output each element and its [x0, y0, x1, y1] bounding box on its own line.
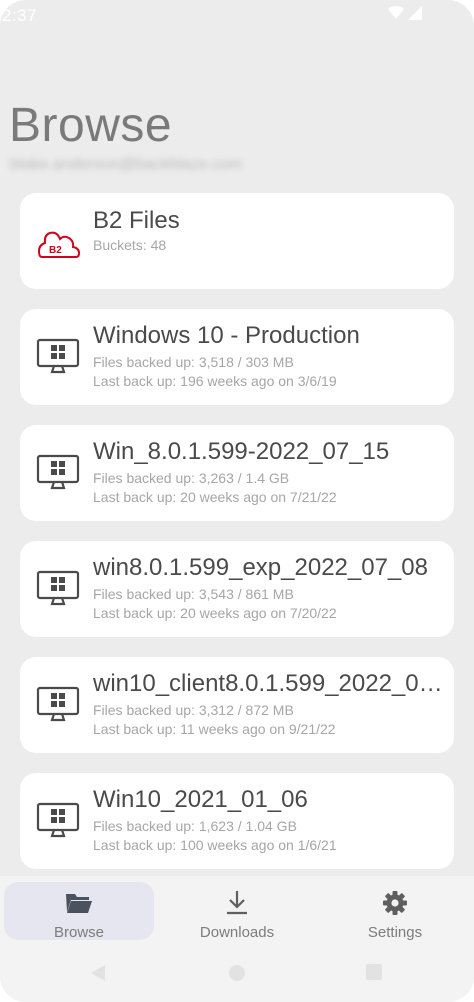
last-back-up: Last back up: 20 weeks ago on 7/20/22 [93, 605, 337, 621]
computer-card[interactable]: win8.0.1.599_exp_2022_07_08 Files backed… [20, 541, 454, 637]
gear-icon [383, 891, 407, 915]
recents-icon[interactable] [366, 964, 382, 980]
files-backed-up: Files backed up: 3,543 / 861 MB [93, 586, 294, 602]
cellular-signal-icon [408, 6, 422, 20]
files-label: Files backed up: [93, 818, 195, 834]
b2-files-card[interactable]: B2 B2 Files Buckets: 48 [20, 193, 454, 289]
last-label: Last back up: [93, 489, 177, 505]
files-label: Files backed up: [93, 354, 195, 370]
computer-name: Windows 10 - Production [93, 322, 360, 349]
last-value: 20 weeks ago on 7/21/22 [180, 489, 337, 505]
buckets-count: 48 [150, 237, 167, 253]
nav-downloads-tab[interactable]: Downloads [162, 882, 312, 941]
computer-card[interactable]: win10_client8.0.1.599_2022_07.. Files ba… [20, 657, 454, 753]
page-title: Browse [9, 99, 173, 152]
files-backed-up: Files backed up: 1,623 / 1.04 GB [93, 818, 297, 834]
computer-name: win8.0.1.599_exp_2022_07_08 [93, 554, 428, 581]
files-value: 3,263 / 1.4 GB [198, 470, 290, 486]
last-back-up: Last back up: 20 weeks ago on 7/21/22 [93, 489, 337, 505]
last-label: Last back up: [93, 837, 177, 853]
buckets-label: Buckets: [93, 237, 147, 253]
files-value: 1,623 / 1.04 GB [198, 818, 297, 834]
status-time: 2:37 [2, 6, 38, 25]
nav-settings-label: Settings [367, 924, 423, 941]
b2-card-title: B2 Files [93, 207, 180, 234]
windows-computer-icon [36, 802, 80, 838]
nav-browse-tab[interactable]: Browse [4, 882, 154, 941]
computer-name: Win_8.0.1.599-2022_07_15 [93, 438, 390, 465]
last-back-up: Last back up: 11 weeks ago on 9/21/22 [93, 721, 336, 737]
last-label: Last back up: [93, 721, 177, 737]
last-value: 11 weeks ago on 9/21/22 [180, 721, 336, 737]
computer-name: win10_client8.0.1.599_2022_07.. [93, 670, 443, 697]
b2-buckets-line: Buckets: 48 [93, 237, 166, 253]
last-back-up: Last back up: 100 weeks ago on 1/6/21 [93, 837, 337, 853]
files-backed-up: Files backed up: 3,518 / 303 MB [93, 354, 294, 370]
last-value: 196 weeks ago on 3/6/19 [180, 373, 337, 389]
download-icon [227, 891, 247, 915]
account-email: blake.anderson@backblaze.com [10, 156, 243, 173]
b2-logo-text: B2 [49, 245, 62, 256]
files-backed-up: Files backed up: 3,312 / 872 MB [93, 702, 294, 718]
windows-computer-icon [36, 686, 80, 722]
windows-computer-icon [36, 454, 80, 490]
last-value: 100 weeks ago on 1/6/21 [180, 837, 337, 853]
folder-icon [66, 894, 92, 913]
nav-settings-tab[interactable]: Settings [320, 882, 470, 941]
computer-card[interactable]: Win10_2021_01_06 Files backed up: 1,623 … [20, 773, 454, 869]
wifi-icon [388, 6, 404, 19]
computer-card[interactable]: Windows 10 - Production Files backed up:… [20, 309, 454, 405]
files-label: Files backed up: [93, 586, 195, 602]
b2-cloud-icon: B2 [37, 231, 80, 258]
files-label: Files backed up: [93, 702, 195, 718]
computer-card[interactable]: Win_8.0.1.599-2022_07_15 Files backed up… [20, 425, 454, 521]
back-icon[interactable] [90, 964, 106, 982]
computer-name: Win10_2021_01_06 [93, 786, 308, 813]
files-backed-up: Files backed up: 3,263 / 1.4 GB [93, 470, 289, 486]
home-icon[interactable] [228, 964, 246, 982]
files-value: 3,518 / 303 MB [198, 354, 294, 370]
last-value: 20 weeks ago on 7/20/22 [180, 605, 337, 621]
nav-downloads-label: Downloads [199, 924, 275, 941]
files-value: 3,543 / 861 MB [198, 586, 294, 602]
last-label: Last back up: [93, 605, 177, 621]
windows-computer-icon [36, 570, 80, 606]
status-icons [388, 6, 422, 20]
system-navigation-bar [0, 958, 474, 988]
status-bar: 2:37 [0, 0, 474, 30]
files-value: 3,312 / 872 MB [198, 702, 294, 718]
last-label: Last back up: [93, 373, 177, 389]
last-back-up: Last back up: 196 weeks ago on 3/6/19 [93, 373, 337, 389]
app-screen: 2:37 Browse blake.anderson@backblaze.com… [0, 0, 474, 1002]
nav-browse-label: Browse [53, 924, 105, 941]
files-label: Files backed up: [93, 470, 195, 486]
windows-computer-icon [36, 338, 80, 374]
